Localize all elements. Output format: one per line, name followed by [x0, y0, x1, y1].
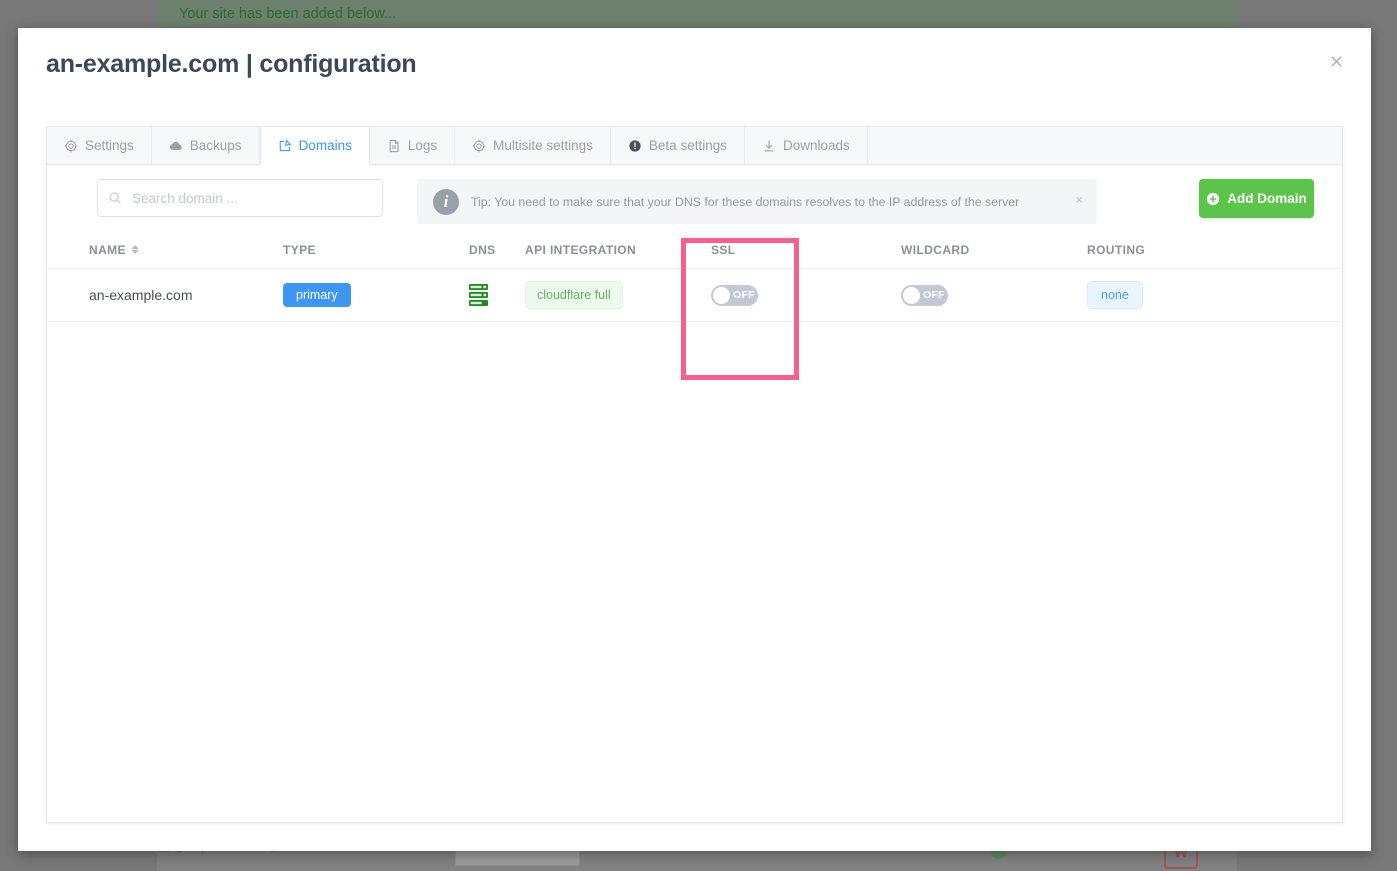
- wildcard-toggle[interactable]: OFF: [901, 284, 948, 306]
- ssl-toggle-label: OFF: [733, 289, 755, 301]
- cell-type: primary: [283, 283, 469, 307]
- tab-beta-settings[interactable]: Beta settings: [610, 127, 745, 164]
- wildcard-toggle-label: OFF: [923, 289, 945, 301]
- tab-label: Backups: [189, 138, 242, 153]
- tab-label: Beta settings: [648, 138, 727, 153]
- domains-toolbar: i Tip: You need to make sure that your D…: [47, 165, 1342, 231]
- cloud-icon: [169, 139, 183, 153]
- ssl-toggle[interactable]: OFF: [711, 284, 758, 306]
- document-icon: [387, 139, 401, 153]
- server-stack-icon: [469, 284, 488, 306]
- edit-square-icon: [278, 138, 292, 153]
- tab-settings[interactable]: Settings: [47, 127, 152, 164]
- column-header-routing: ROUTING: [1087, 242, 1146, 257]
- gear-icon: [472, 139, 486, 153]
- tab-label: Logs: [407, 138, 438, 153]
- configuration-modal: an-example.com | configuration Settings: [18, 28, 1371, 851]
- column-header-name[interactable]: NAME: [89, 243, 283, 257]
- sort-icon[interactable]: [130, 245, 139, 254]
- api-integration-badge: cloudflare full: [525, 281, 623, 309]
- tip-close-icon[interactable]: ×: [1075, 192, 1083, 207]
- close-icon[interactable]: [1323, 48, 1349, 74]
- search-input[interactable]: [130, 189, 372, 207]
- download-icon: [762, 139, 776, 153]
- column-header-dns: DNS: [469, 242, 496, 257]
- plus-circle-icon: [1207, 192, 1220, 205]
- dns-tip-banner: i Tip: You need to make sure that your D…: [417, 179, 1097, 224]
- tab-label: Multisite settings: [493, 138, 593, 153]
- tab-domains[interactable]: Domains: [259, 127, 370, 165]
- table-header-row: NAME TYPE DNS API INTEGRATION SSL WILDCA…: [47, 231, 1342, 269]
- tab-multisite-settings[interactable]: Multisite settings: [455, 127, 611, 164]
- info-icon: i: [433, 188, 459, 215]
- column-header-wildcard: WILDCARD: [901, 242, 970, 257]
- cell-api-integration: cloudflare full: [525, 281, 711, 309]
- search-icon: [109, 192, 121, 204]
- domains-table: NAME TYPE DNS API INTEGRATION SSL WILDCA…: [47, 231, 1342, 322]
- tab-label: Downloads: [782, 138, 850, 153]
- add-domain-label: Add Domain: [1227, 191, 1307, 206]
- add-domain-button[interactable]: Add Domain: [1199, 179, 1314, 218]
- search-field-wrapper[interactable]: [97, 179, 383, 217]
- exclamation-circle-icon: [628, 139, 642, 153]
- gear-icon: [64, 139, 78, 153]
- tip-text: Tip: You need to make sure that your DNS…: [471, 194, 1020, 209]
- cell-routing: none: [1087, 281, 1273, 309]
- routing-badge[interactable]: none: [1087, 281, 1143, 309]
- tab-backups[interactable]: Backups: [151, 127, 260, 164]
- column-header-type: TYPE: [283, 242, 316, 257]
- toggle-knob: [903, 286, 920, 304]
- tab-label: Settings: [85, 138, 134, 153]
- column-header-api-integration: API INTEGRATION: [525, 242, 637, 257]
- cell-wildcard: OFF: [901, 284, 1087, 306]
- tab-logs[interactable]: Logs: [369, 127, 456, 164]
- cell-domain-name: an-example.com: [89, 287, 193, 303]
- type-badge: primary: [283, 283, 351, 307]
- cell-ssl: OFF: [711, 284, 901, 306]
- table-row: an-example.com primary cloudflare full O…: [47, 269, 1342, 322]
- domains-card: Settings Backups Domains Logs Multisite …: [46, 126, 1343, 823]
- tab-downloads[interactable]: Downloads: [744, 127, 868, 164]
- cell-dns[interactable]: [469, 284, 525, 306]
- tab-bar: Settings Backups Domains Logs Multisite …: [47, 127, 1342, 165]
- toggle-knob: [713, 286, 730, 304]
- column-label: NAME: [89, 242, 126, 257]
- column-header-ssl: SSL: [711, 242, 736, 257]
- tab-label: Domains: [298, 138, 352, 153]
- page-title: an-example.com | configuration: [46, 50, 417, 78]
